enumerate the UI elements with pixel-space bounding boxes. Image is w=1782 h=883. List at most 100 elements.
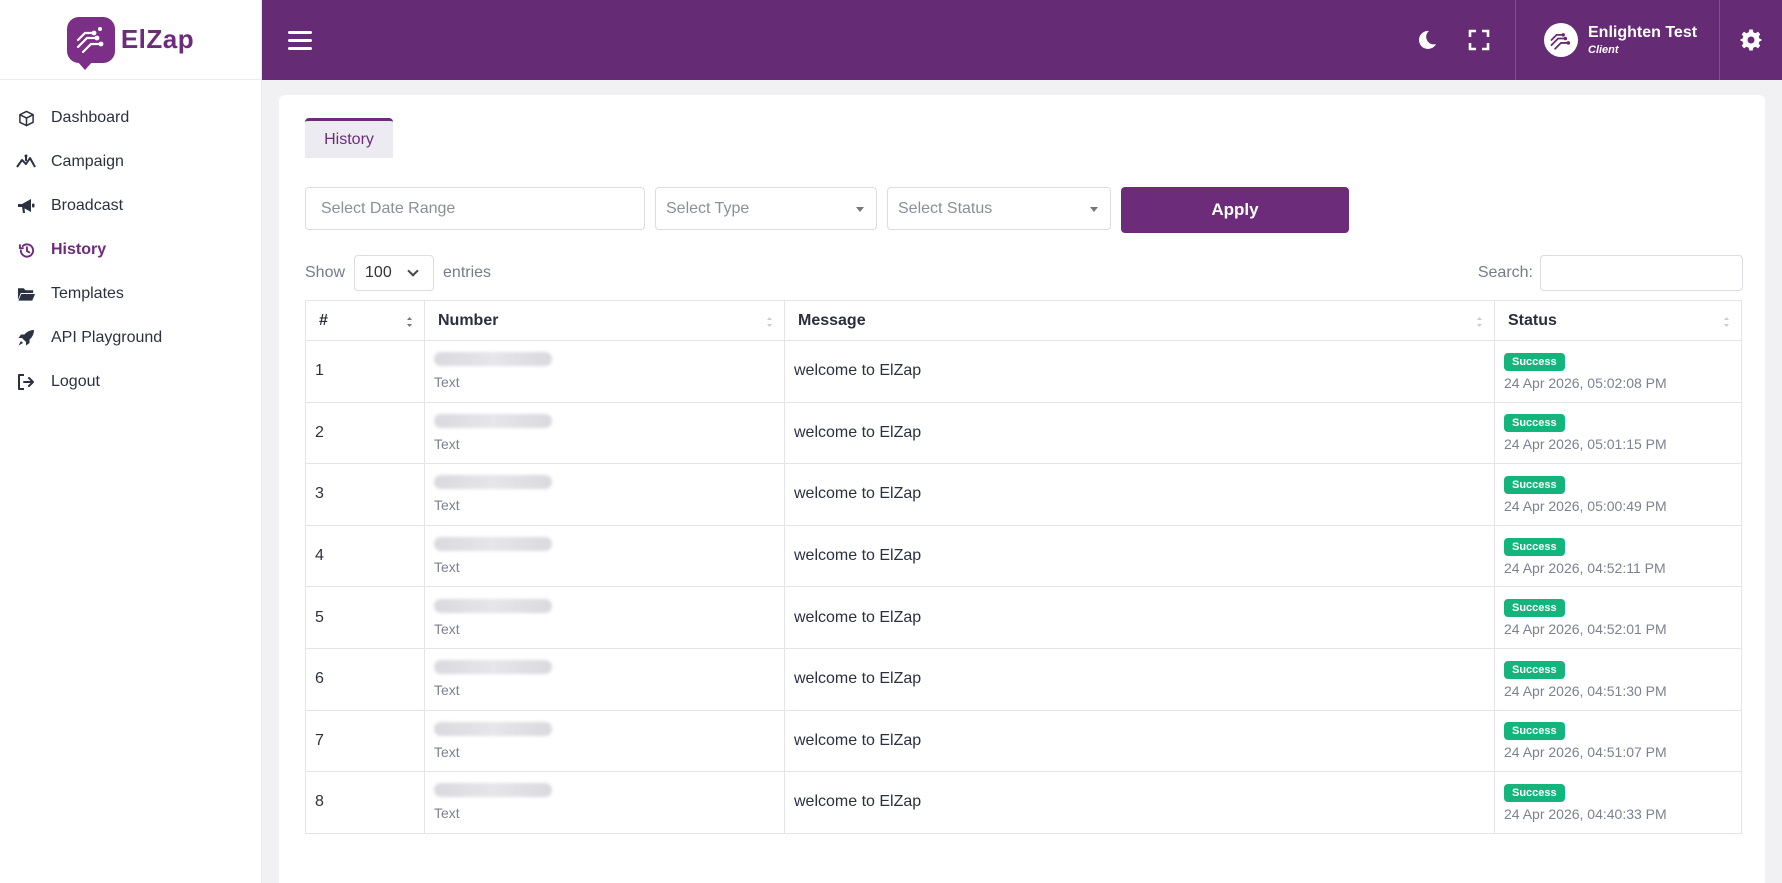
- number-type: Text: [434, 435, 460, 452]
- column-header-status[interactable]: Status: [1494, 300, 1742, 341]
- history-icon: [16, 240, 36, 260]
- cube-icon: [16, 108, 36, 128]
- table-row: 5 Text welcome to ElZap Success 24 Apr 20…: [305, 586, 1742, 649]
- row-index: 7: [305, 709, 425, 773]
- status-badge: Success: [1504, 599, 1565, 618]
- sidebar-item-label: Logout: [51, 373, 100, 390]
- status-select[interactable]: Select Status: [887, 187, 1111, 230]
- status-badge: Success: [1504, 414, 1565, 433]
- column-header-number[interactable]: Number: [424, 300, 785, 341]
- row-status-cell: Success 24 Apr 2026, 04:52:11 PM: [1494, 524, 1742, 588]
- status-badge: Success: [1504, 352, 1565, 371]
- date-range-input[interactable]: Select Date Range: [305, 187, 645, 230]
- sort-icon: [1477, 317, 1482, 327]
- caret-down-icon: [856, 207, 864, 212]
- user-name: Enlighten Test: [1588, 24, 1698, 41]
- redacted-number: [434, 537, 552, 552]
- status-timestamp: 24 Apr 2026, 04:51:07 PM: [1504, 744, 1667, 761]
- row-message: welcome to ElZap: [784, 586, 1495, 649]
- sort-icon: [767, 317, 772, 327]
- type-select[interactable]: Select Type: [655, 187, 877, 230]
- apply-button[interactable]: Apply: [1121, 187, 1349, 233]
- status-timestamp: 24 Apr 2026, 05:02:08 PM: [1504, 374, 1667, 391]
- status-timestamp: 24 Apr 2026, 05:01:15 PM: [1504, 436, 1667, 453]
- settings-button[interactable]: [1720, 0, 1782, 80]
- sidebar-item-logout[interactable]: Logout: [0, 360, 261, 404]
- row-message: welcome to ElZap: [784, 771, 1495, 834]
- row-status-cell: Success 24 Apr 2026, 05:01:15 PM: [1494, 401, 1742, 465]
- row-index: 8: [305, 771, 425, 834]
- sidebar-item-templates[interactable]: Templates: [0, 272, 261, 316]
- redacted-number: [434, 475, 552, 490]
- status-timestamp: 24 Apr 2026, 04:40:33 PM: [1504, 805, 1667, 822]
- redacted-number: [434, 660, 552, 675]
- row-status-cell: Success 24 Apr 2026, 05:02:08 PM: [1494, 340, 1742, 403]
- redacted-number: [434, 721, 552, 736]
- moon-icon[interactable]: [1401, 0, 1453, 80]
- topbar: Enlighten Test Client: [262, 0, 1782, 80]
- table-search: Search:: [1478, 255, 1743, 291]
- sort-icon: [407, 317, 412, 327]
- row-number-cell: Text: [424, 647, 785, 711]
- search-label: Search:: [1477, 264, 1533, 281]
- brand-logo[interactable]: ElZap: [0, 0, 261, 80]
- rocket-icon: [16, 328, 36, 348]
- column-header-message[interactable]: Message: [784, 300, 1495, 341]
- sidebar-item-label: Campaign: [51, 153, 124, 170]
- folder-icon: [16, 284, 36, 304]
- column-header-index[interactable]: #: [305, 300, 425, 341]
- date-range-placeholder: Select Date Range: [321, 199, 456, 217]
- menu-toggle-icon[interactable]: [288, 25, 318, 55]
- history-table: # Number Message Status 1 Text welcome t…: [305, 300, 1742, 834]
- sidebar-item-label: Templates: [51, 285, 124, 302]
- sidebar-nav: Dashboard Campaign Broadcast History Tem…: [0, 80, 261, 404]
- row-number-cell: Text: [424, 771, 785, 834]
- row-number-cell: Text: [424, 340, 785, 403]
- row-message: welcome to ElZap: [784, 647, 1495, 711]
- search-input[interactable]: [1540, 255, 1743, 291]
- status-badge: Success: [1504, 475, 1565, 494]
- type-select-placeholder: Select Type: [666, 199, 750, 217]
- content-card: History Select Date Range Select Type Se…: [279, 95, 1765, 883]
- user-menu[interactable]: Enlighten Test Client: [1515, 0, 1720, 80]
- user-role: Client: [1588, 44, 1619, 56]
- row-status-cell: Success 24 Apr 2026, 04:40:33 PM: [1494, 771, 1742, 834]
- chevron-down-icon: [407, 265, 419, 277]
- avatar: [1544, 23, 1578, 57]
- number-type: Text: [434, 805, 460, 822]
- sidebar-item-broadcast[interactable]: Broadcast: [0, 184, 261, 228]
- entries-select[interactable]: 100: [354, 255, 435, 291]
- sidebar-item-api-playground[interactable]: API Playground: [0, 316, 261, 360]
- row-message: welcome to ElZap: [784, 401, 1495, 465]
- gear-icon: [1740, 29, 1762, 51]
- number-type: Text: [434, 743, 460, 760]
- campaign-icon: [16, 152, 36, 172]
- redacted-number: [434, 783, 552, 798]
- sidebar-item-history[interactable]: History: [0, 228, 261, 272]
- table-header-row: # Number Message Status: [305, 300, 1742, 341]
- row-index: 5: [305, 586, 425, 649]
- row-index: 6: [305, 647, 425, 711]
- table-row: 7 Text welcome to ElZap Success 24 Apr 20…: [305, 709, 1742, 773]
- table-row: 6 Text welcome to ElZap Success 24 Apr 20…: [305, 647, 1742, 711]
- number-type: Text: [434, 497, 460, 514]
- sidebar: ElZap Dashboard Campaign Broadcast Histo…: [0, 0, 262, 883]
- megaphone-icon: [16, 196, 36, 216]
- status-badge: Success: [1504, 722, 1565, 741]
- row-number-cell: Text: [424, 401, 785, 465]
- redacted-number: [434, 413, 552, 428]
- fullscreen-icon[interactable]: [1453, 0, 1505, 80]
- row-number-cell: Text: [424, 463, 785, 526]
- row-number-cell: Text: [424, 709, 785, 773]
- sidebar-item-dashboard[interactable]: Dashboard: [0, 96, 261, 140]
- status-badge: Success: [1504, 660, 1565, 679]
- entries-value: 100: [365, 264, 392, 281]
- status-badge: Success: [1504, 537, 1565, 556]
- logout-icon: [16, 372, 36, 392]
- tab-history[interactable]: History: [305, 118, 393, 158]
- status-select-placeholder: Select Status: [898, 199, 993, 217]
- number-type: Text: [434, 682, 460, 699]
- sidebar-item-campaign[interactable]: Campaign: [0, 140, 261, 184]
- status-timestamp: 24 Apr 2026, 04:52:11 PM: [1504, 559, 1666, 576]
- circuit-chat-logo-icon: [66, 16, 115, 70]
